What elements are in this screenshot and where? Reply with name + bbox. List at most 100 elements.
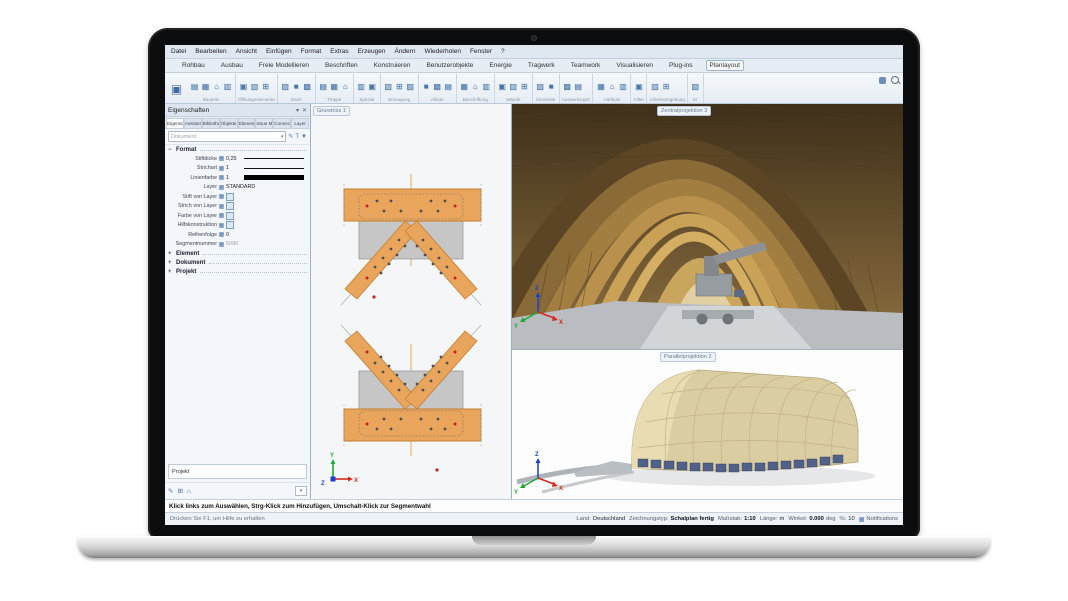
tool-icon[interactable]: ▥ bbox=[356, 80, 366, 93]
tool-icon[interactable]: ▨ bbox=[280, 80, 290, 93]
property-value[interactable]: 0,25 bbox=[226, 156, 242, 162]
panel-tab-4[interactable]: Ebenen bbox=[238, 118, 256, 128]
pin-icon[interactable]: ▾ bbox=[296, 107, 299, 114]
ribbon-tab-8[interactable]: Teamwork bbox=[568, 61, 604, 70]
property-value[interactable]: 1 bbox=[226, 165, 242, 171]
tool-icon[interactable]: ▤ bbox=[318, 80, 328, 93]
tool-icon[interactable]: ⌂ bbox=[607, 80, 617, 93]
text-style-icon[interactable]: T bbox=[295, 134, 299, 140]
status-percent[interactable]: %:10 bbox=[840, 516, 855, 522]
tool-icon[interactable]: ▨ bbox=[405, 80, 415, 93]
tool-icon[interactable]: ▦ bbox=[596, 80, 606, 93]
section-dokument[interactable]: +Dokument bbox=[165, 258, 310, 267]
tool-icon[interactable]: ⌂ bbox=[212, 80, 222, 93]
tool-icon[interactable]: ▤ bbox=[573, 80, 583, 93]
ribbon-tab-4[interactable]: Konstruieren bbox=[371, 61, 414, 70]
viewport-plan-label[interactable]: Grundriss 1 bbox=[313, 106, 350, 116]
ribbon-tab-3[interactable]: Beschriften bbox=[322, 61, 361, 70]
ribbon-tab-7[interactable]: Tragwerk bbox=[525, 61, 558, 70]
tool-icon[interactable]: ⊞ bbox=[519, 80, 529, 93]
property-value[interactable]: STANDARD bbox=[226, 184, 255, 190]
tool-icon[interactable]: ⊞ bbox=[394, 80, 404, 93]
panel-tab-5[interactable]: Issue Ma... bbox=[255, 118, 273, 128]
panel-tab-7[interactable]: Layer bbox=[291, 118, 309, 128]
menu-item-8[interactable]: Wiederholen bbox=[424, 48, 461, 55]
footer-combo[interactable]: ▾ bbox=[295, 486, 307, 496]
viewport-plan[interactable]: Grundriss 1 bbox=[311, 104, 512, 499]
tool-icon[interactable]: ▥ bbox=[618, 80, 628, 93]
add-icon[interactable]: ⊞ bbox=[177, 487, 182, 495]
pen-icon[interactable]: ✎ bbox=[168, 487, 173, 495]
tool-icon[interactable]: ▤ bbox=[190, 80, 200, 93]
tool-icon[interactable]: ▩ bbox=[432, 80, 442, 93]
tool-icon[interactable]: ▧ bbox=[650, 80, 660, 93]
tool-icon[interactable]: ▦ bbox=[201, 80, 211, 93]
ribbon-tab-0[interactable]: Rohbau bbox=[179, 61, 208, 70]
paste-tool-icon[interactable]: ▣ bbox=[168, 74, 185, 103]
property-value[interactable]: 5090 bbox=[226, 241, 242, 247]
section-element[interactable]: +Element bbox=[165, 249, 310, 258]
property-checkbox[interactable] bbox=[226, 212, 234, 220]
menu-item-10[interactable]: ? bbox=[501, 48, 505, 55]
tool-icon[interactable]: ▨ bbox=[535, 80, 545, 93]
menu-item-6[interactable]: Erzeugen bbox=[358, 48, 386, 55]
tool-icon[interactable]: ⌂ bbox=[470, 80, 480, 93]
close-icon[interactable]: ✕ bbox=[302, 107, 307, 114]
project-box[interactable]: Projekt bbox=[168, 464, 307, 479]
tool-icon[interactable]: ▩ bbox=[302, 80, 312, 93]
property-value[interactable]: 1 bbox=[226, 175, 242, 181]
scope-select[interactable]: Dokument ▾ bbox=[168, 131, 286, 142]
viewport-isometric[interactable]: Parallelprojektion 2 bbox=[512, 350, 903, 499]
tool-icon[interactable]: ▣ bbox=[239, 80, 249, 93]
tool-icon[interactable]: ▣ bbox=[634, 80, 644, 93]
status-notifications[interactable]: ▦ Notifications bbox=[859, 516, 898, 523]
tool-icon[interactable]: ▧ bbox=[383, 80, 393, 93]
ribbon-tab-9[interactable]: Visualisieren bbox=[613, 61, 656, 70]
menu-item-2[interactable]: Ansicht bbox=[236, 48, 257, 55]
status-length-unit[interactable]: Länge:m bbox=[760, 516, 785, 522]
tool-icon[interactable]: ▧ bbox=[250, 80, 260, 93]
tool-icon[interactable]: ▩ bbox=[562, 80, 572, 93]
panel-tab-1[interactable]: Assisten... bbox=[184, 118, 202, 128]
menu-item-1[interactable]: Bearbeiten bbox=[195, 48, 226, 55]
ribbon-tab-5[interactable]: Benutzerobjekte bbox=[423, 61, 476, 70]
tool-icon[interactable]: ▣ bbox=[497, 80, 507, 93]
ribbon-tab-6[interactable]: Energie bbox=[486, 61, 514, 70]
format-section-header[interactable]: − Format bbox=[165, 145, 310, 154]
tool-icon[interactable]: ▦ bbox=[329, 80, 339, 93]
tool-icon[interactable]: ⌂ bbox=[340, 80, 350, 93]
menu-item-5[interactable]: Extras bbox=[330, 48, 348, 55]
tool-icon[interactable]: ▨ bbox=[690, 80, 700, 93]
tool-icon[interactable]: ▦ bbox=[459, 80, 469, 93]
ribbon-tab-1[interactable]: Ausbau bbox=[218, 61, 246, 70]
viewport-perspective[interactable]: Zentralprojektion 3 bbox=[512, 104, 903, 350]
status-scale[interactable]: Maßstab:1:10 bbox=[718, 516, 756, 522]
tool-icon[interactable]: ▥ bbox=[481, 80, 491, 93]
tool-icon[interactable]: ⊞ bbox=[661, 80, 671, 93]
property-value[interactable]: 0 bbox=[226, 232, 242, 238]
sync-icon[interactable] bbox=[879, 77, 886, 84]
tool-icon[interactable]: ▣ bbox=[367, 80, 377, 93]
ribbon-tab-2[interactable]: Freie Modellieren bbox=[256, 61, 312, 70]
section-projekt[interactable]: +Projekt bbox=[165, 267, 310, 276]
menu-item-3[interactable]: Einfügen bbox=[266, 48, 292, 55]
status-angle[interactable]: Winkel:0.000 deg bbox=[788, 516, 835, 522]
tool-icon[interactable]: ■ bbox=[291, 80, 301, 93]
home-icon[interactable]: ⌂ bbox=[187, 488, 191, 495]
viewport-isometric-label[interactable]: Parallelprojektion 2 bbox=[660, 352, 716, 362]
search-icon[interactable] bbox=[891, 76, 899, 84]
edit-icon[interactable]: ✎ bbox=[288, 133, 293, 140]
ribbon-tab-11[interactable]: Planlayout bbox=[706, 60, 744, 71]
ribbon-tab-10[interactable]: Plug-ins bbox=[666, 61, 695, 70]
menu-item-9[interactable]: Fenster bbox=[470, 48, 492, 55]
property-checkbox[interactable] bbox=[226, 202, 234, 210]
viewport-perspective-label[interactable]: Zentralprojektion 3 bbox=[657, 106, 711, 116]
panel-tab-6[interactable]: Connect bbox=[273, 118, 291, 128]
panel-tab-3[interactable]: Objekte bbox=[220, 118, 238, 128]
panel-tab-0[interactable]: Eigensch... bbox=[166, 118, 184, 128]
tool-icon[interactable]: ▥ bbox=[223, 80, 233, 93]
property-checkbox[interactable] bbox=[226, 221, 234, 229]
tool-icon[interactable]: ■ bbox=[546, 80, 556, 93]
menu-item-4[interactable]: Format bbox=[301, 48, 322, 55]
tool-icon[interactable]: ▧ bbox=[508, 80, 518, 93]
